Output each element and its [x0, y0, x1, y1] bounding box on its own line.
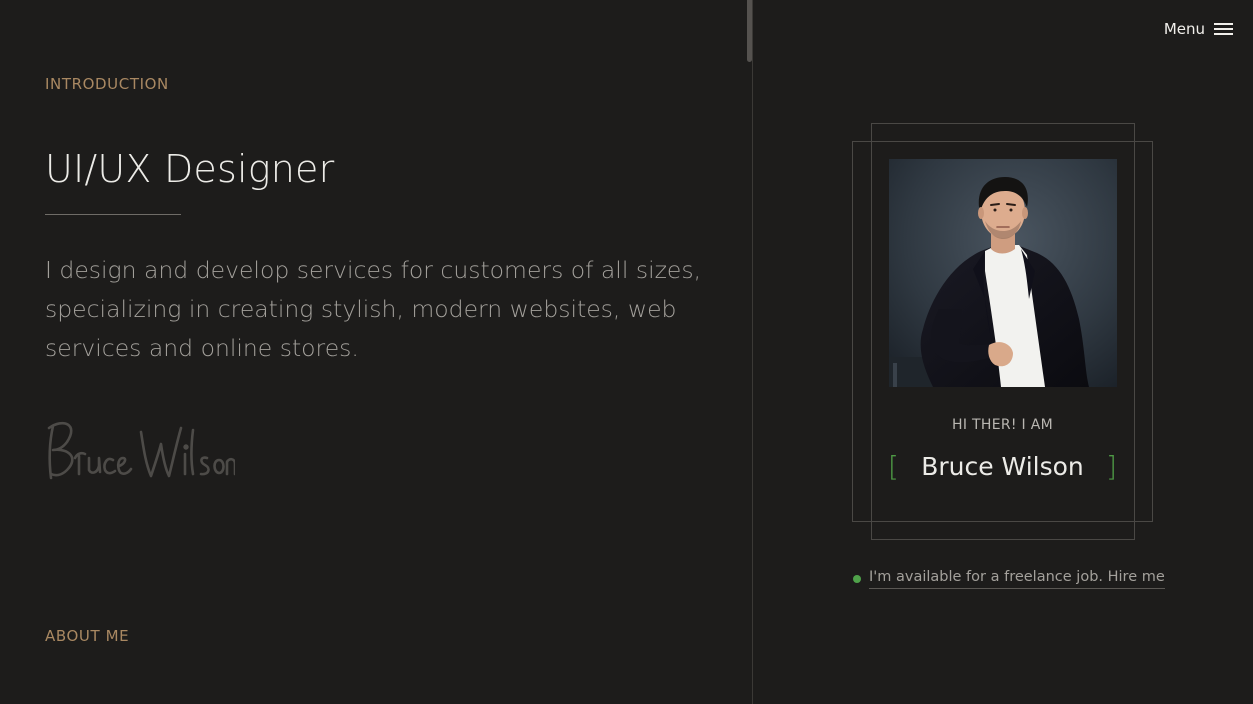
- card-greeting: HI THER! I AM: [952, 417, 1053, 433]
- menu-button[interactable]: Menu: [1164, 20, 1233, 38]
- status-dot-icon: [853, 575, 861, 583]
- intro-column: INTRODUCTION UI/UX Designer I design and…: [0, 0, 752, 704]
- page-title: UI/UX Designer: [45, 147, 335, 191]
- signature-image: [45, 414, 237, 488]
- profile-photo: [889, 159, 1117, 387]
- signature-graphic: [47, 421, 237, 480]
- about-section-label: ABOUT ME: [45, 627, 130, 645]
- intro-section-label: INTRODUCTION: [45, 75, 169, 93]
- hire-me-link[interactable]: I'm available for a freelance job. Hire …: [869, 569, 1165, 589]
- menu-label: Menu: [1163, 20, 1205, 38]
- column-divider: [752, 0, 753, 704]
- name-bracket-right: ]: [1106, 450, 1117, 483]
- intro-description: I design and develop services for custom…: [45, 256, 702, 362]
- availability-status: I'm available for a freelance job. Hire …: [853, 569, 1165, 589]
- profile-photo-graphic: [889, 159, 1117, 387]
- hamburger-icon: [1214, 23, 1233, 35]
- page: INTRODUCTION UI/UX Designer I design and…: [0, 0, 1253, 704]
- title-underline: [45, 214, 181, 215]
